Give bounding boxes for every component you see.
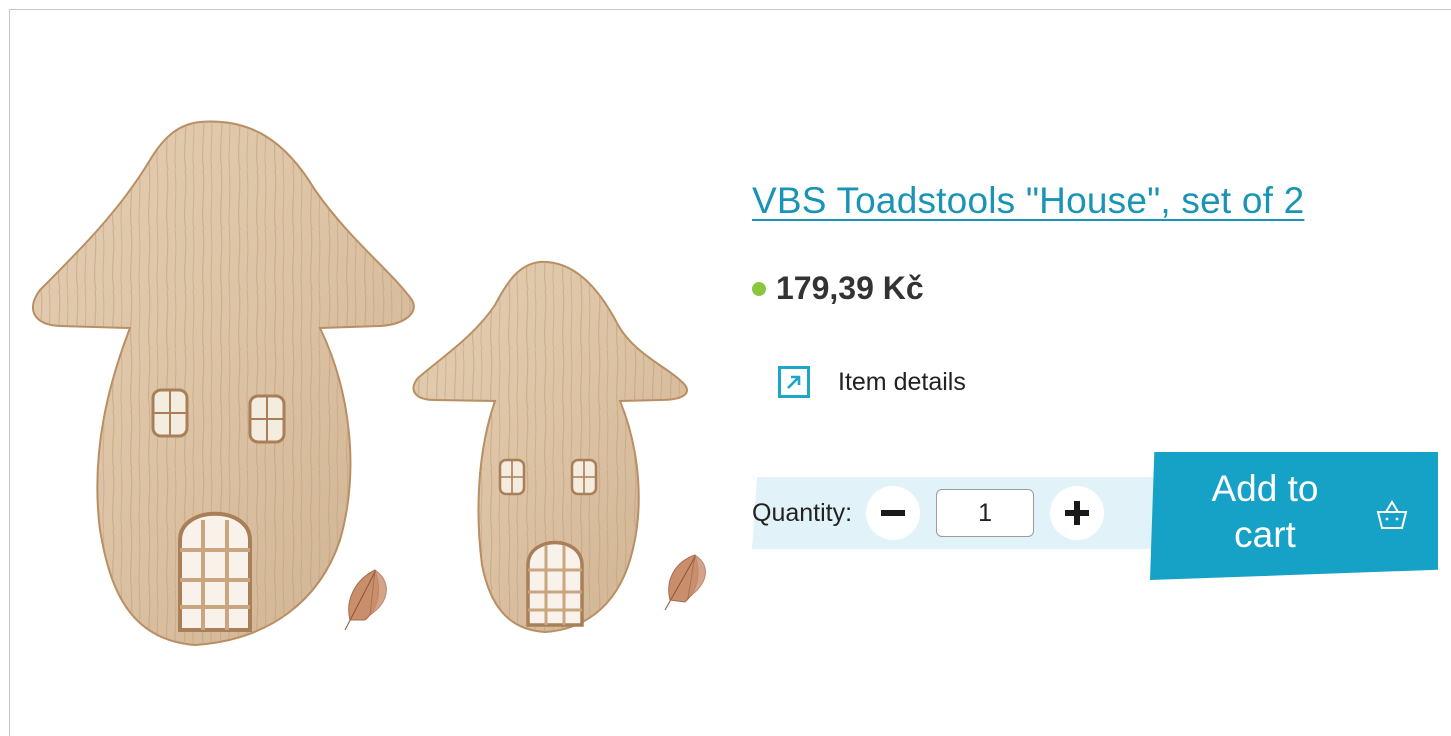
quantity-input[interactable] [936, 489, 1035, 537]
in-stock-indicator [752, 281, 766, 296]
product-image[interactable] [20, 110, 740, 670]
decrease-quantity-button[interactable] [866, 486, 921, 540]
external-arrow-icon [778, 366, 810, 398]
leaf-decoration-2 [664, 554, 706, 611]
add-to-cart-button[interactable]: Add to cart [1150, 452, 1438, 580]
increase-quantity-button[interactable] [1050, 486, 1105, 540]
basket-icon [1376, 500, 1408, 529]
plus-icon [1065, 501, 1090, 525]
leaf-decoration-1 [344, 569, 387, 631]
small-toadstool-house [412, 260, 688, 634]
price-row: 179,39 Kč [752, 270, 924, 307]
quantity-stepper: Quantity: [752, 486, 1105, 540]
toadstool-houses-illustration [31, 120, 706, 647]
quantity-label: Quantity: [752, 498, 853, 527]
minus-icon [881, 510, 906, 516]
product-price: 179,39 Kč [776, 270, 924, 306]
product-title-link[interactable]: VBS Toadstools "House", set of 2 [752, 180, 1304, 222]
add-to-cart-label: Add to cart [1211, 468, 1319, 555]
item-details-label: Item details [838, 367, 966, 396]
item-details-link[interactable]: Item details [778, 366, 966, 398]
large-toadstool-house [31, 120, 415, 647]
